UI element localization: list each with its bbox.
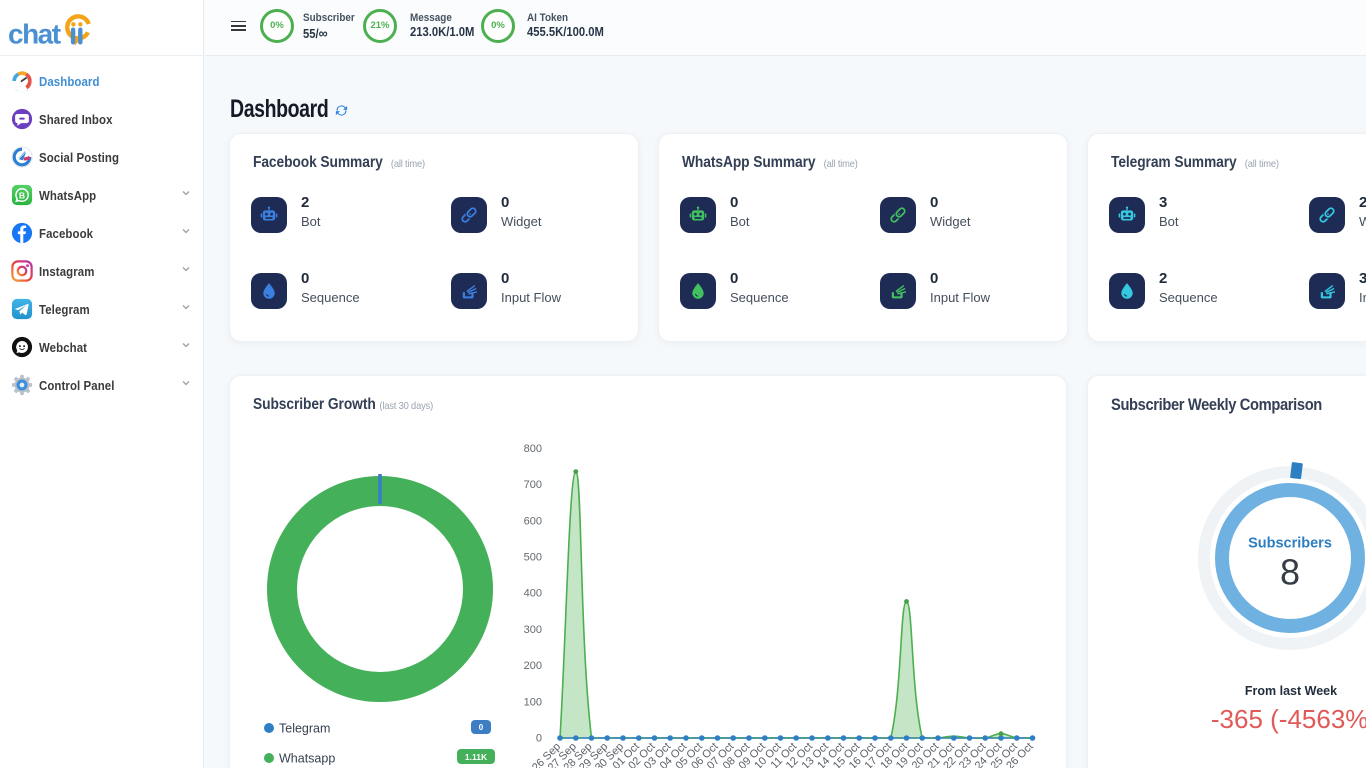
svg-text:1.11K: 1.11K (465, 752, 488, 762)
svg-text:800: 800 (524, 443, 542, 455)
svg-text:300: 300 (524, 624, 542, 636)
svg-text:0: 0 (536, 733, 542, 745)
svg-text:100: 100 (524, 696, 542, 708)
svg-text:B: B (19, 191, 25, 201)
svg-text:Subscribers: Subscribers (1248, 536, 1332, 552)
svg-text:chat: chat (8, 19, 61, 50)
svg-text:Telegram: Telegram (279, 722, 330, 736)
svg-text:500: 500 (524, 552, 542, 564)
svg-text:From last Week: From last Week (1245, 684, 1337, 698)
svg-text:200: 200 (524, 660, 542, 672)
svg-text:700: 700 (524, 479, 542, 491)
svg-text:8: 8 (1280, 552, 1300, 593)
svg-text:-365 (-4563%): -365 (-4563%) (1211, 704, 1366, 734)
svg-text:Whatsapp: Whatsapp (279, 752, 335, 766)
svg-text:600: 600 (524, 515, 542, 527)
svg-text:0: 0 (479, 723, 484, 732)
svg-text:400: 400 (524, 588, 542, 600)
